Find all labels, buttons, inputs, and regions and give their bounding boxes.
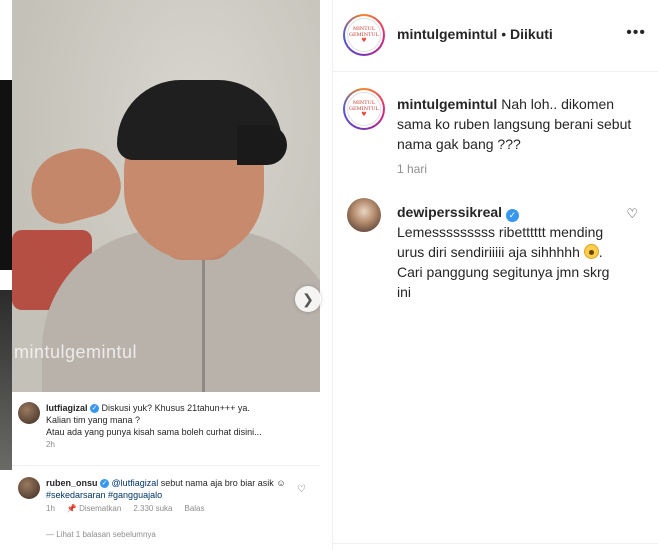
embedded-reply: ruben_onsu ✓ @lutfiagizal sebut nama aja… [18,477,314,501]
embedded-comment-line2: Kalian tim yang mana ? [46,415,141,425]
comment-text-block: dewiperssikreal ✓ Lemesssssssss ribetttt… [397,202,617,302]
verified-badge-icon: ✓ [100,479,110,489]
embedded-comment-screenshot: lutfiagizal ✓ Diskusi yuk? Khusus 21tahu… [12,392,320,550]
caption-username-link[interactable]: mintulgemintul [397,96,497,112]
divider [12,465,320,466]
profile-avatar[interactable]: MINTUL GEMINTUL ♥ [343,14,385,56]
more-options-button[interactable]: ••• [626,24,646,42]
embedded-reply-mention: @lutfiagizal [111,478,159,488]
heart-icon: ♡ [297,484,306,495]
embedded-reply-meta: 1h 📌 Disematkan 2.330 suka Balas [46,504,314,513]
more-options-icon: ••• [626,24,646,41]
following-button[interactable]: Diikuti [510,26,553,42]
smile-emoji-icon: ☺ [276,478,286,488]
embedded-reply-text: sebut nama aja bro biar asik [160,478,274,488]
embedded-comment-username: lutfiagizal [46,403,88,413]
post-side-panel: MINTUL GEMINTUL ♥ mintulgemintul • Diiku… [333,0,658,550]
chevron-right-icon: ❯ [302,290,314,307]
heart-icon: ♥ [361,37,367,44]
adjacent-post-strip [0,0,12,550]
media-zipper [202,250,205,392]
flushed-face-emoji-icon [583,244,599,259]
avatar [18,477,40,499]
media-cap-brim [237,125,287,165]
pinned-label: Disematkan [79,504,122,513]
embedded-reply-username: ruben_onsu [46,478,98,488]
embedded-view-replies: — Lihat 1 balasan sebelumnya [46,530,156,539]
like-comment-button[interactable]: ♡ [626,206,638,222]
header-user-info: mintulgemintul • Diikuti [397,26,553,42]
caption-text-block: mintulgemintul Nah loh.. dikomen sama ko… [397,94,642,154]
embedded-comment: lutfiagizal ✓ Diskusi yuk? Khusus 21tahu… [18,402,314,451]
adjacent-image-bottom [0,290,12,470]
adjacent-image-top [0,80,12,270]
post-media[interactable]: mintulgemintul [12,0,320,392]
verified-badge-icon: ✓ [505,209,519,222]
embedded-reply-time: 1h [46,504,55,513]
media-watermark: mintulgemintul [14,342,138,362]
brand-logo: MINTUL GEMINTUL ♥ [347,18,381,52]
header-username-link[interactable]: mintulgemintul [397,26,497,42]
verified-badge-icon: ✓ [90,404,100,414]
embedded-reply-likes: 2.330 suka [133,504,173,513]
caption-timestamp[interactable]: 1 hari [397,162,427,176]
brand-logo: MINTUL GEMINTUL ♥ [347,92,381,126]
embedded-comment-line1: Diskusi yuk? Khusus 21tahun+++ ya. [101,403,250,413]
heart-icon: ♥ [361,111,367,118]
view-replies-label: Lihat 1 balasan sebelumnya [56,530,156,539]
next-slide-button[interactable]: ❯ [295,286,321,312]
avatar[interactable] [347,198,381,232]
divider [333,543,658,544]
comment-text-part1: Lemesssssssss ribetttttt mending urus di… [397,224,604,260]
embedded-comment-line3: Atau ada yang punya kisah sama boleh cur… [46,427,262,437]
separator-dot: • [501,26,507,42]
avatar [18,402,40,424]
post-header: MINTUL GEMINTUL ♥ mintulgemintul • Diiku… [333,0,658,72]
pin-icon: 📌 Disematkan [66,504,122,513]
embedded-reply-hashtags: #sekedarsaran #gangguajalo [46,490,163,500]
embedded-reply-reply: Balas [184,504,205,513]
heart-icon: ♡ [626,206,638,221]
caption-avatar[interactable]: MINTUL GEMINTUL ♥ [343,88,385,130]
embedded-comment-time: 2h [46,440,55,449]
comment-username-link[interactable]: dewiperssikreal [397,204,502,220]
